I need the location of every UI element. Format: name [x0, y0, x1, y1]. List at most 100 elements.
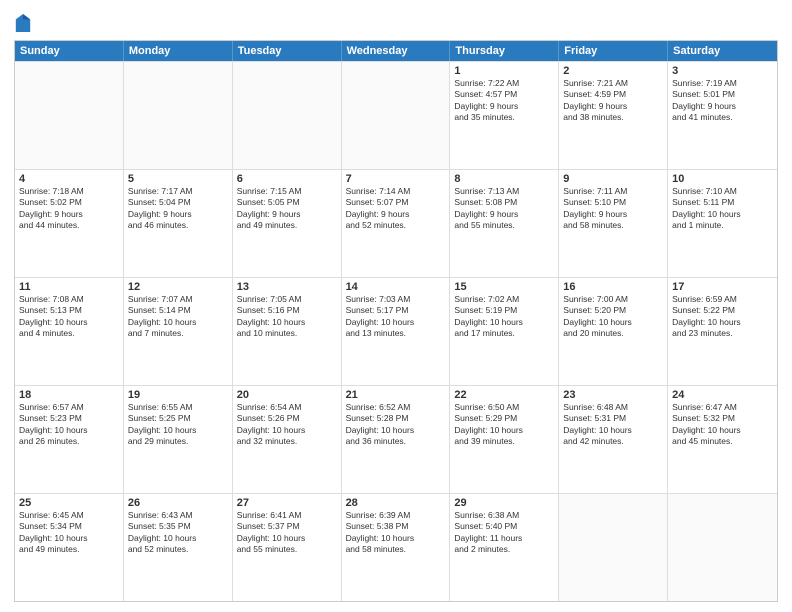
- calendar-row-3: 18Sunrise: 6:57 AM Sunset: 5:23 PM Dayli…: [15, 385, 777, 493]
- day-cell-18: 18Sunrise: 6:57 AM Sunset: 5:23 PM Dayli…: [15, 386, 124, 493]
- day-cell-14: 14Sunrise: 7:03 AM Sunset: 5:17 PM Dayli…: [342, 278, 451, 385]
- day-cell-24: 24Sunrise: 6:47 AM Sunset: 5:32 PM Dayli…: [668, 386, 777, 493]
- day-info: Sunrise: 6:59 AM Sunset: 5:22 PM Dayligh…: [672, 294, 773, 340]
- day-info: Sunrise: 7:15 AM Sunset: 5:05 PM Dayligh…: [237, 186, 337, 232]
- day-number: 4: [19, 173, 119, 185]
- day-number: 20: [237, 389, 337, 401]
- day-cell-9: 9Sunrise: 7:11 AM Sunset: 5:10 PM Daylig…: [559, 170, 668, 277]
- day-info: Sunrise: 7:07 AM Sunset: 5:14 PM Dayligh…: [128, 294, 228, 340]
- day-header-wednesday: Wednesday: [342, 41, 451, 61]
- day-info: Sunrise: 7:05 AM Sunset: 5:16 PM Dayligh…: [237, 294, 337, 340]
- day-info: Sunrise: 7:18 AM Sunset: 5:02 PM Dayligh…: [19, 186, 119, 232]
- calendar-row-4: 25Sunrise: 6:45 AM Sunset: 5:34 PM Dayli…: [15, 493, 777, 601]
- day-number: 8: [454, 173, 554, 185]
- day-header-saturday: Saturday: [668, 41, 777, 61]
- day-number: 10: [672, 173, 773, 185]
- day-number: 24: [672, 389, 773, 401]
- day-number: 9: [563, 173, 663, 185]
- day-cell-19: 19Sunrise: 6:55 AM Sunset: 5:25 PM Dayli…: [124, 386, 233, 493]
- day-cell-21: 21Sunrise: 6:52 AM Sunset: 5:28 PM Dayli…: [342, 386, 451, 493]
- day-number: 27: [237, 497, 337, 509]
- day-info: Sunrise: 7:08 AM Sunset: 5:13 PM Dayligh…: [19, 294, 119, 340]
- day-cell-11: 11Sunrise: 7:08 AM Sunset: 5:13 PM Dayli…: [15, 278, 124, 385]
- day-cell-6: 6Sunrise: 7:15 AM Sunset: 5:05 PM Daylig…: [233, 170, 342, 277]
- day-cell-3: 3Sunrise: 7:19 AM Sunset: 5:01 PM Daylig…: [668, 62, 777, 169]
- day-number: 1: [454, 65, 554, 77]
- day-info: Sunrise: 7:13 AM Sunset: 5:08 PM Dayligh…: [454, 186, 554, 232]
- day-info: Sunrise: 6:39 AM Sunset: 5:38 PM Dayligh…: [346, 510, 446, 556]
- day-cell-empty-0-0: [15, 62, 124, 169]
- day-cell-empty-4-5: [559, 494, 668, 601]
- day-number: 14: [346, 281, 446, 293]
- day-number: 16: [563, 281, 663, 293]
- day-number: 18: [19, 389, 119, 401]
- day-cell-10: 10Sunrise: 7:10 AM Sunset: 5:11 PM Dayli…: [668, 170, 777, 277]
- day-info: Sunrise: 6:57 AM Sunset: 5:23 PM Dayligh…: [19, 402, 119, 448]
- day-info: Sunrise: 6:45 AM Sunset: 5:34 PM Dayligh…: [19, 510, 119, 556]
- header: [14, 10, 778, 34]
- day-cell-26: 26Sunrise: 6:43 AM Sunset: 5:35 PM Dayli…: [124, 494, 233, 601]
- day-info: Sunrise: 7:03 AM Sunset: 5:17 PM Dayligh…: [346, 294, 446, 340]
- day-info: Sunrise: 7:11 AM Sunset: 5:10 PM Dayligh…: [563, 186, 663, 232]
- day-cell-7: 7Sunrise: 7:14 AM Sunset: 5:07 PM Daylig…: [342, 170, 451, 277]
- day-number: 6: [237, 173, 337, 185]
- day-cell-empty-0-2: [233, 62, 342, 169]
- day-number: 29: [454, 497, 554, 509]
- day-info: Sunrise: 7:21 AM Sunset: 4:59 PM Dayligh…: [563, 78, 663, 124]
- day-cell-15: 15Sunrise: 7:02 AM Sunset: 5:19 PM Dayli…: [450, 278, 559, 385]
- day-info: Sunrise: 6:38 AM Sunset: 5:40 PM Dayligh…: [454, 510, 554, 556]
- day-cell-4: 4Sunrise: 7:18 AM Sunset: 5:02 PM Daylig…: [15, 170, 124, 277]
- day-number: 28: [346, 497, 446, 509]
- day-cell-27: 27Sunrise: 6:41 AM Sunset: 5:37 PM Dayli…: [233, 494, 342, 601]
- day-cell-2: 2Sunrise: 7:21 AM Sunset: 4:59 PM Daylig…: [559, 62, 668, 169]
- day-number: 21: [346, 389, 446, 401]
- day-cell-empty-0-1: [124, 62, 233, 169]
- day-number: 19: [128, 389, 228, 401]
- day-cell-20: 20Sunrise: 6:54 AM Sunset: 5:26 PM Dayli…: [233, 386, 342, 493]
- day-cell-28: 28Sunrise: 6:39 AM Sunset: 5:38 PM Dayli…: [342, 494, 451, 601]
- day-info: Sunrise: 7:19 AM Sunset: 5:01 PM Dayligh…: [672, 78, 773, 124]
- day-cell-8: 8Sunrise: 7:13 AM Sunset: 5:08 PM Daylig…: [450, 170, 559, 277]
- day-info: Sunrise: 7:17 AM Sunset: 5:04 PM Dayligh…: [128, 186, 228, 232]
- day-cell-29: 29Sunrise: 6:38 AM Sunset: 5:40 PM Dayli…: [450, 494, 559, 601]
- day-number: 26: [128, 497, 228, 509]
- day-number: 23: [563, 389, 663, 401]
- day-info: Sunrise: 6:50 AM Sunset: 5:29 PM Dayligh…: [454, 402, 554, 448]
- day-number: 13: [237, 281, 337, 293]
- day-info: Sunrise: 7:02 AM Sunset: 5:19 PM Dayligh…: [454, 294, 554, 340]
- logo-icon: [14, 12, 32, 34]
- day-cell-13: 13Sunrise: 7:05 AM Sunset: 5:16 PM Dayli…: [233, 278, 342, 385]
- day-number: 15: [454, 281, 554, 293]
- day-number: 17: [672, 281, 773, 293]
- day-header-tuesday: Tuesday: [233, 41, 342, 61]
- day-cell-17: 17Sunrise: 6:59 AM Sunset: 5:22 PM Dayli…: [668, 278, 777, 385]
- calendar: SundayMondayTuesdayWednesdayThursdayFrid…: [14, 40, 778, 602]
- day-cell-1: 1Sunrise: 7:22 AM Sunset: 4:57 PM Daylig…: [450, 62, 559, 169]
- day-header-monday: Monday: [124, 41, 233, 61]
- day-cell-12: 12Sunrise: 7:07 AM Sunset: 5:14 PM Dayli…: [124, 278, 233, 385]
- day-info: Sunrise: 6:43 AM Sunset: 5:35 PM Dayligh…: [128, 510, 228, 556]
- calendar-row-2: 11Sunrise: 7:08 AM Sunset: 5:13 PM Dayli…: [15, 277, 777, 385]
- day-number: 5: [128, 173, 228, 185]
- day-info: Sunrise: 6:52 AM Sunset: 5:28 PM Dayligh…: [346, 402, 446, 448]
- day-info: Sunrise: 7:10 AM Sunset: 5:11 PM Dayligh…: [672, 186, 773, 232]
- calendar-row-0: 1Sunrise: 7:22 AM Sunset: 4:57 PM Daylig…: [15, 61, 777, 169]
- day-info: Sunrise: 6:48 AM Sunset: 5:31 PM Dayligh…: [563, 402, 663, 448]
- day-cell-empty-4-6: [668, 494, 777, 601]
- logo: [14, 12, 34, 34]
- day-number: 12: [128, 281, 228, 293]
- day-cell-16: 16Sunrise: 7:00 AM Sunset: 5:20 PM Dayli…: [559, 278, 668, 385]
- day-cell-25: 25Sunrise: 6:45 AM Sunset: 5:34 PM Dayli…: [15, 494, 124, 601]
- day-info: Sunrise: 7:00 AM Sunset: 5:20 PM Dayligh…: [563, 294, 663, 340]
- day-cell-23: 23Sunrise: 6:48 AM Sunset: 5:31 PM Dayli…: [559, 386, 668, 493]
- day-header-thursday: Thursday: [450, 41, 559, 61]
- day-info: Sunrise: 6:54 AM Sunset: 5:26 PM Dayligh…: [237, 402, 337, 448]
- day-number: 7: [346, 173, 446, 185]
- day-number: 2: [563, 65, 663, 77]
- day-info: Sunrise: 7:14 AM Sunset: 5:07 PM Dayligh…: [346, 186, 446, 232]
- day-info: Sunrise: 6:55 AM Sunset: 5:25 PM Dayligh…: [128, 402, 228, 448]
- day-header-sunday: Sunday: [15, 41, 124, 61]
- day-cell-22: 22Sunrise: 6:50 AM Sunset: 5:29 PM Dayli…: [450, 386, 559, 493]
- day-cell-empty-0-3: [342, 62, 451, 169]
- calendar-body: 1Sunrise: 7:22 AM Sunset: 4:57 PM Daylig…: [15, 61, 777, 601]
